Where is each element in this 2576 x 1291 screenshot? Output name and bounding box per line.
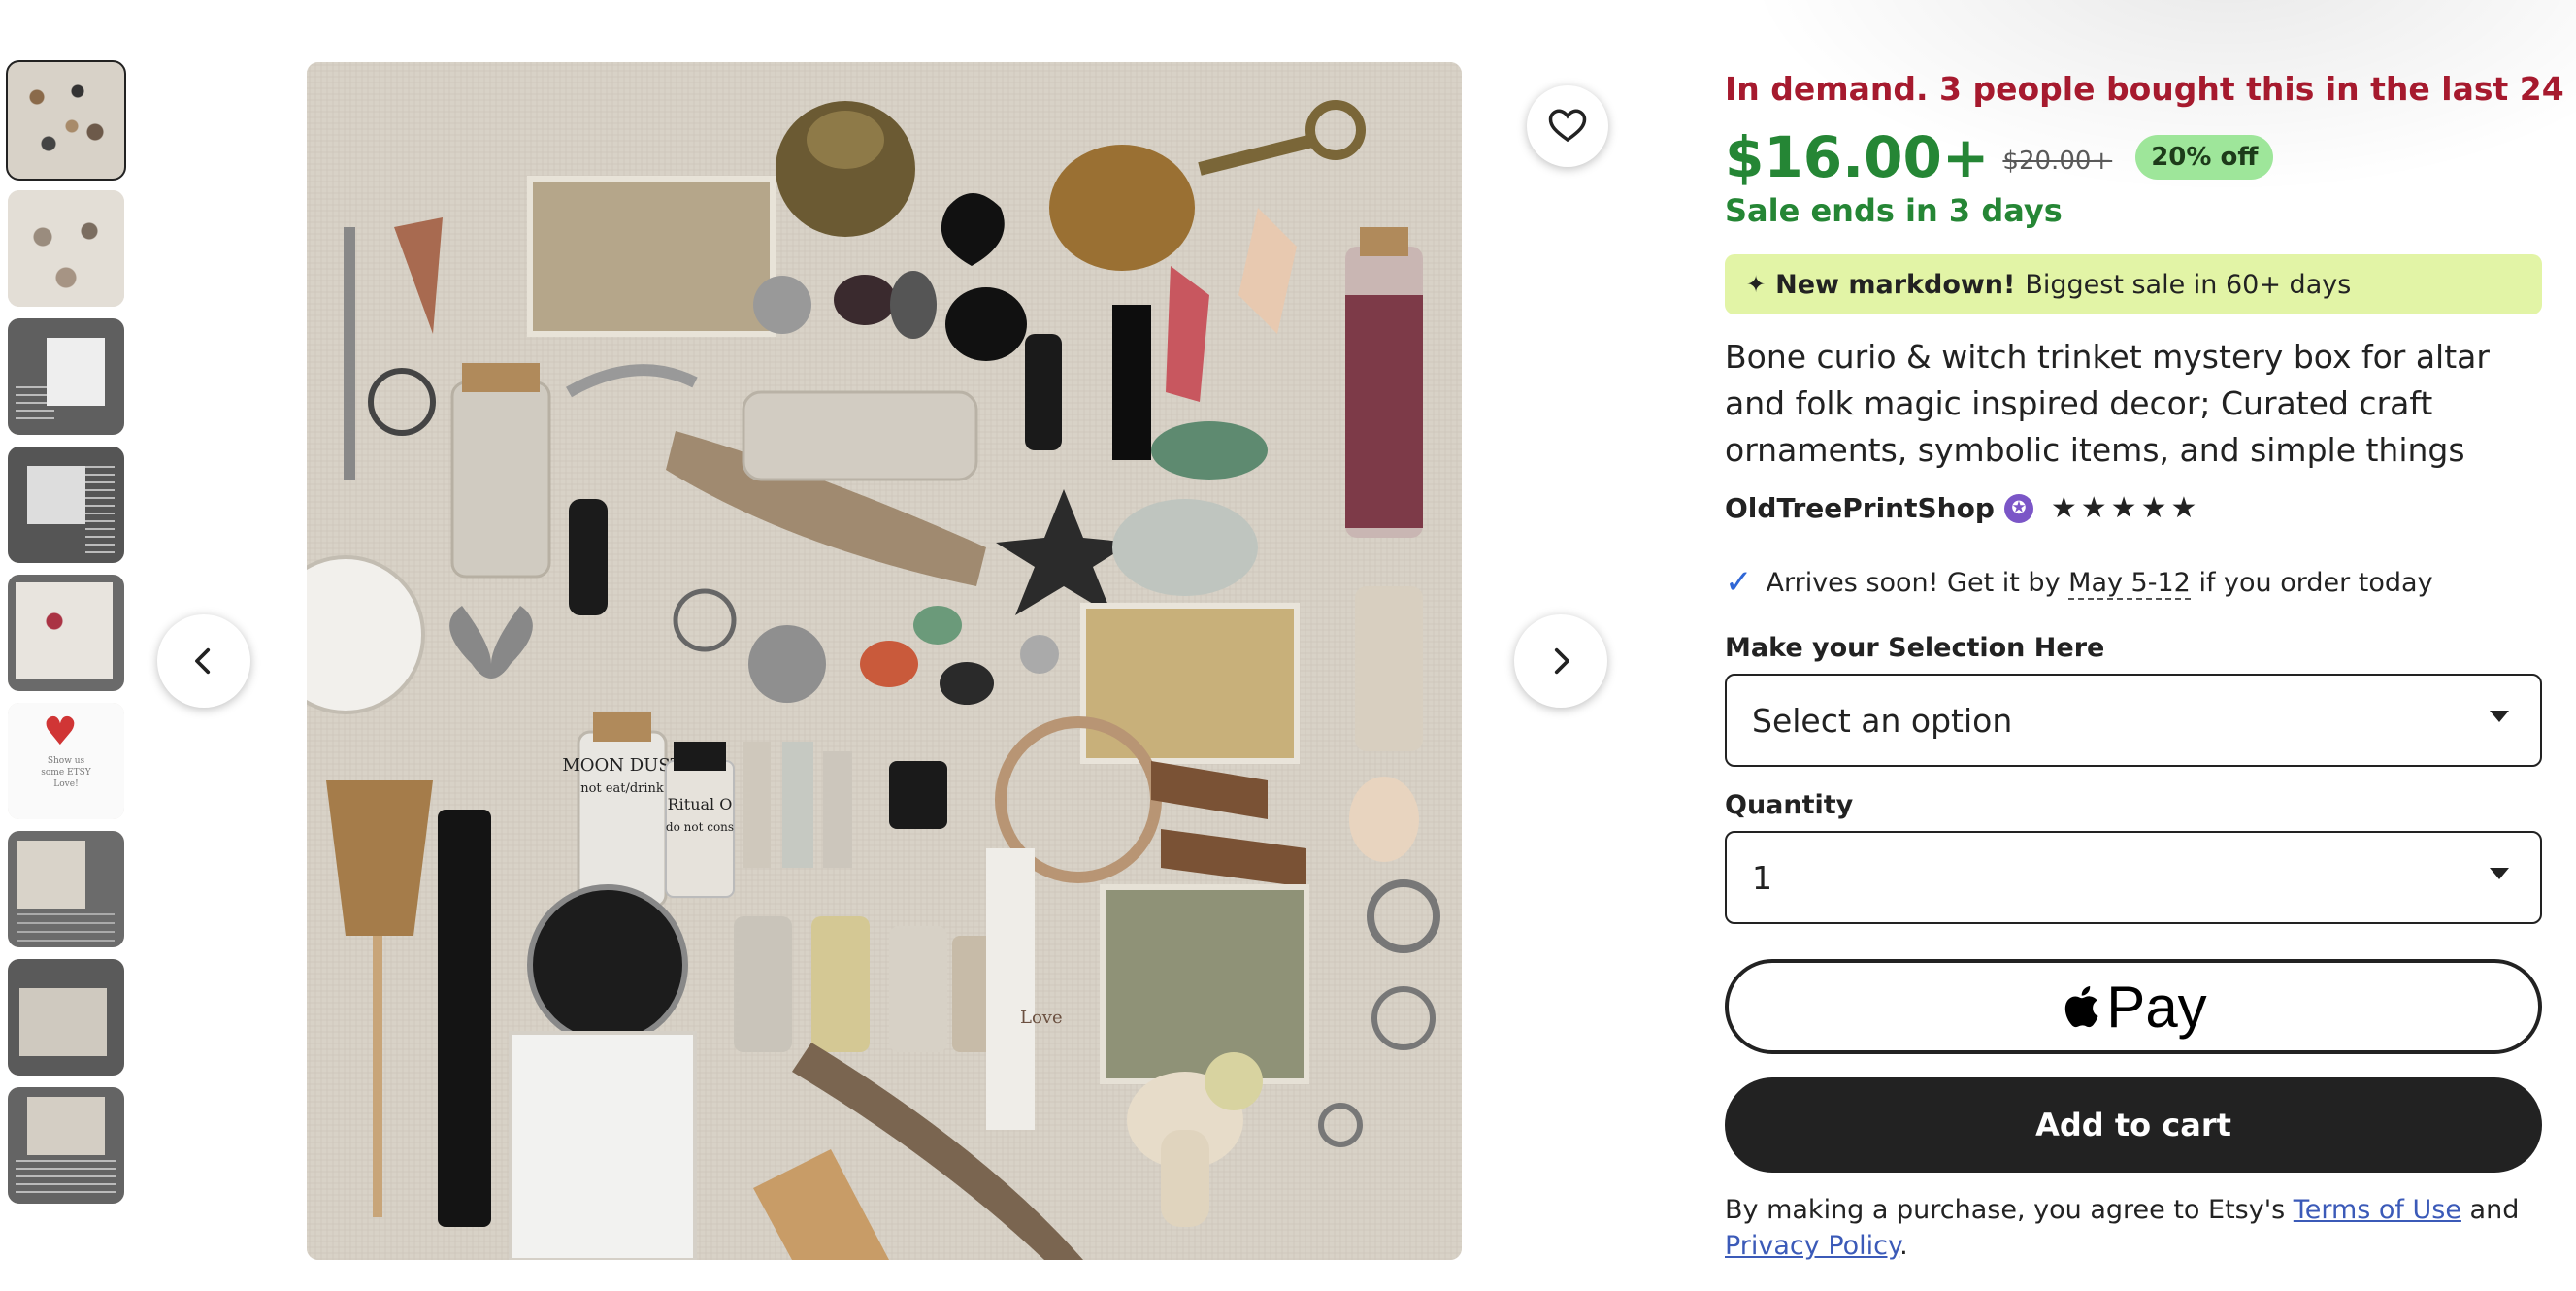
caret-down-icon: [2490, 868, 2509, 879]
caret-down-icon: [2490, 711, 2509, 722]
ritual-oil-sublabel: do not cons: [666, 820, 734, 834]
markdown-banner: ✦ New markdown! Biggest sale in 60+ days: [1725, 254, 2542, 314]
thumbnail-promo-text: Show us some ETSY Love!: [41, 756, 91, 789]
apple-pay-text: Pay: [2106, 974, 2207, 1040]
check-icon: ✓: [1725, 563, 1753, 602]
love-label: Love: [1020, 1008, 1063, 1028]
price-row: $16.00+ $20.00+ 20% off: [1725, 124, 2274, 190]
add-to-cart-button[interactable]: Add to cart: [1725, 1077, 2542, 1173]
legal-notice: By making a purchase, you agree to Etsy'…: [1725, 1192, 2542, 1264]
quantity-select[interactable]: 1: [1725, 831, 2542, 924]
apple-pay-button[interactable]: Pay: [1725, 959, 2542, 1054]
demand-notice: In demand. 3 people bought this in the l…: [1725, 70, 2576, 108]
arrival-prefix: Arrives soon! Get it by: [1766, 567, 2061, 598]
chevron-right-icon: [1554, 647, 1569, 675]
privacy-policy-link[interactable]: Privacy Policy: [1725, 1231, 1899, 1261]
variation-select[interactable]: Select an option: [1725, 674, 2542, 767]
quantity-label: Quantity: [1725, 790, 1854, 820]
heart-icon: ♥: [43, 710, 78, 754]
original-price: $20.00+: [2002, 147, 2113, 176]
markdown-text: Biggest sale in 60+ days: [2025, 269, 2352, 300]
thumbnail-2[interactable]: [8, 190, 124, 307]
variation-select-value: Select an option: [1752, 701, 2013, 740]
previous-image-button[interactable]: [157, 614, 250, 708]
arrival-date[interactable]: May 5-12: [2068, 567, 2191, 600]
heart-outline-icon: [1548, 109, 1587, 143]
arrival-estimate: ✓ Arrives soon! Get it by May 5-12 if yo…: [1725, 563, 2433, 602]
legal-period: .: [1899, 1231, 1908, 1261]
moon-dust-label: MOON DUST: [562, 755, 681, 776]
listing-title: Bone curio & witch trinket mystery box f…: [1725, 338, 2490, 469]
arrival-suffix: if you order today: [2198, 567, 2433, 598]
thumbnail-9[interactable]: [8, 1087, 124, 1204]
thumbnail-4[interactable]: [8, 447, 124, 563]
discount-badge: 20% off: [2135, 135, 2274, 180]
thumbnail-8[interactable]: [8, 959, 124, 1076]
thumbnail-6[interactable]: ♥ Show us some ETSY Love!: [8, 703, 124, 819]
moon-dust-sublabel: not eat/drink: [580, 781, 664, 796]
thumbnail-7[interactable]: [8, 831, 124, 947]
markdown-bold: New markdown!: [1775, 269, 2016, 300]
sale-ends-text: Sale ends in 3 days: [1725, 192, 2063, 229]
apple-logo-icon: [2065, 986, 2098, 1028]
rating-stars[interactable]: ★★★★★: [2051, 491, 2200, 525]
main-product-image: MOON DUST not eat/drink Ritual O do not …: [307, 62, 1462, 1260]
thumbnail-5[interactable]: [8, 575, 124, 691]
thumbnail-3[interactable]: [8, 318, 124, 435]
star-seller-icon: ✪: [2003, 493, 2033, 523]
ritual-oil-label: Ritual O: [668, 795, 733, 813]
shop-row: OldTreePrintShop ✪ ★★★★★: [1725, 491, 2200, 525]
legal-and: and: [2469, 1195, 2520, 1225]
quantity-select-value: 1: [1752, 858, 1772, 897]
sale-price: $16.00+: [1725, 124, 1990, 190]
legal-prefix: By making a purchase, you agree to Etsy'…: [1725, 1195, 2286, 1225]
sparkle-icon: ✦: [1746, 271, 1767, 298]
chevron-left-icon: [195, 647, 211, 675]
terms-of-use-link[interactable]: Terms of Use: [2294, 1195, 2461, 1225]
shop-name-link[interactable]: OldTreePrintShop: [1725, 492, 1995, 524]
favorite-button[interactable]: [1527, 85, 1608, 167]
selection-label: Make your Selection Here: [1725, 633, 2105, 663]
next-image-button[interactable]: [1514, 614, 1607, 708]
thumbnail-1[interactable]: [6, 60, 126, 181]
